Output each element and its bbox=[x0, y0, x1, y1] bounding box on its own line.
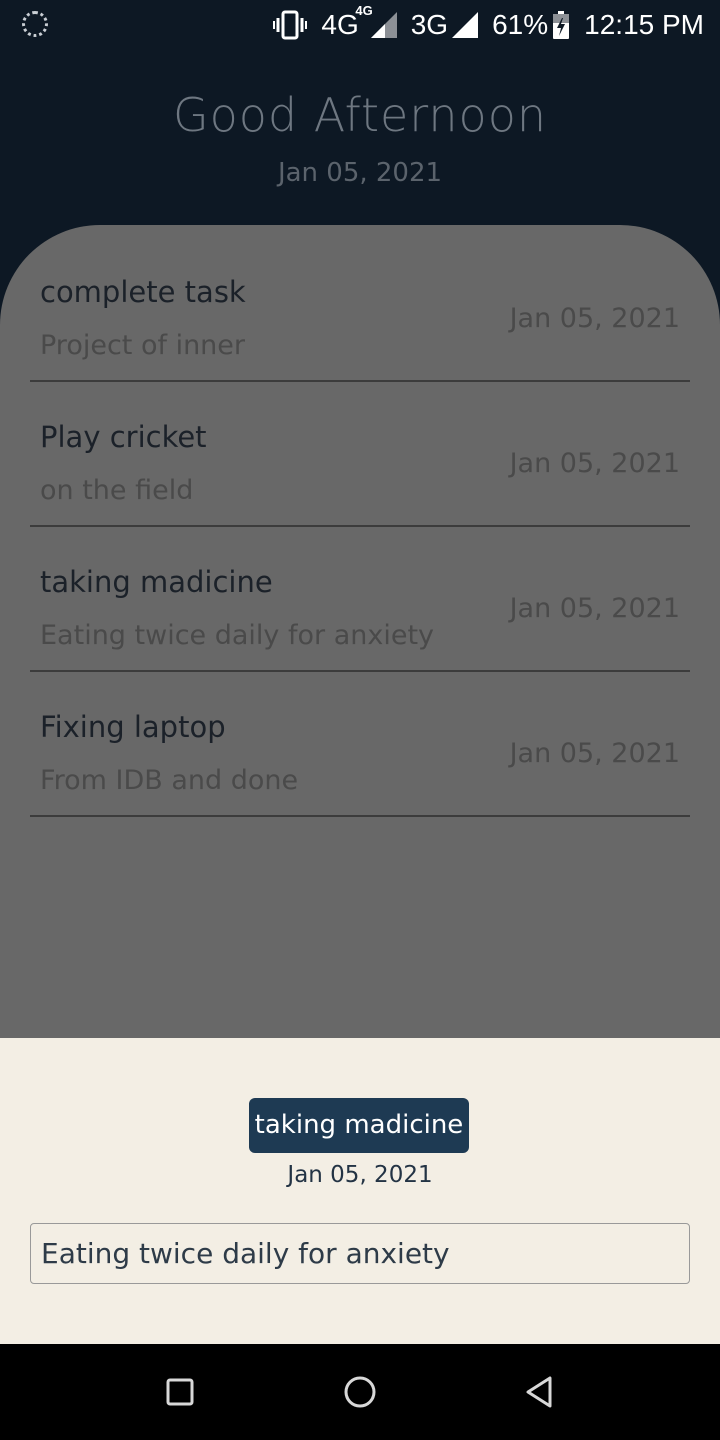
status-bar: 4G 4G 3G 61% 12:15 PM bbox=[0, 0, 720, 50]
clock: 12:15 PM bbox=[584, 9, 704, 40]
task-description: on the field bbox=[40, 475, 194, 506]
back-triangle-icon[interactable] bbox=[520, 1372, 560, 1412]
task-description: Project of inner bbox=[40, 330, 246, 361]
signal-icon bbox=[452, 12, 479, 38]
battery-percent: 61% bbox=[492, 9, 549, 40]
network-4g-badge: 4G bbox=[355, 3, 373, 18]
task-date: Jan 05, 2021 bbox=[509, 738, 680, 769]
network-3g-label: 3G bbox=[410, 9, 449, 40]
task-list-panel: complete task Project of inner Jan 05, 2… bbox=[0, 225, 720, 1038]
task-detail-date: Jan 05, 2021 bbox=[287, 1162, 433, 1188]
task-row[interactable]: complete task Project of inner Jan 05, 2… bbox=[30, 237, 690, 382]
task-title: taking madicine bbox=[40, 565, 273, 599]
vibrate-icon bbox=[273, 10, 308, 40]
task-description: From IDB and done bbox=[40, 765, 299, 796]
network-4g-label: 4G 4G bbox=[321, 3, 373, 40]
task-description: Eating twice daily for anxiety bbox=[40, 620, 435, 651]
task-title: Fixing laptop bbox=[40, 710, 226, 744]
recents-square-icon[interactable] bbox=[160, 1372, 200, 1412]
task-row[interactable]: taking madicine Eating twice daily for a… bbox=[30, 527, 690, 672]
signal-icon bbox=[370, 12, 397, 38]
task-title: Play cricket bbox=[40, 420, 207, 454]
task-date: Jan 05, 2021 bbox=[509, 593, 680, 624]
task-date: Jan 05, 2021 bbox=[509, 448, 680, 479]
battery-charging-icon bbox=[553, 11, 570, 39]
task-title: complete task bbox=[40, 275, 246, 309]
header: Good Afternoon Jan 05, 2021 bbox=[0, 50, 720, 230]
task-detail-sheet: taking madicine Jan 05, 2021 bbox=[0, 1038, 720, 1344]
greeting-title: Good Afternoon bbox=[172, 88, 547, 142]
task-row[interactable]: Fixing laptop From IDB and done Jan 05, … bbox=[30, 672, 690, 817]
header-date: Jan 05, 2021 bbox=[277, 158, 443, 188]
navigation-bar bbox=[0, 1344, 720, 1440]
task-date: Jan 05, 2021 bbox=[509, 303, 680, 334]
task-description-field[interactable] bbox=[30, 1223, 690, 1284]
task-title-chip[interactable]: taking madicine bbox=[249, 1098, 469, 1153]
home-circle-icon[interactable] bbox=[340, 1372, 380, 1412]
loader-icon bbox=[22, 11, 48, 37]
task-row[interactable]: Play cricket on the field Jan 05, 2021 bbox=[30, 382, 690, 527]
